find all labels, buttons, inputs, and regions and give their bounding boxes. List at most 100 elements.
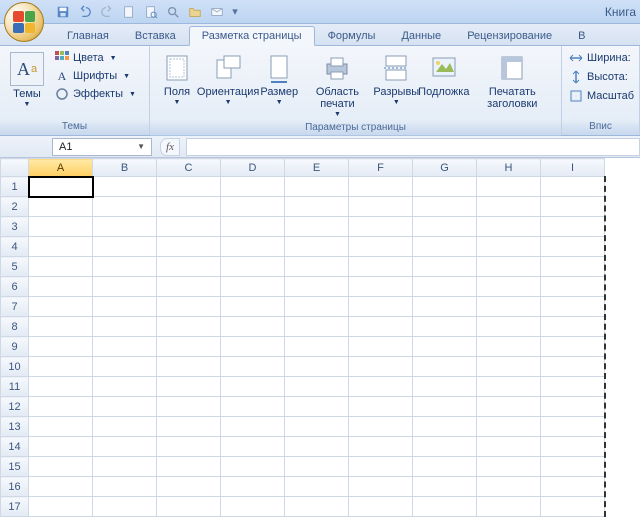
tab-insert[interactable]: Вставка xyxy=(122,26,189,45)
themes-button[interactable]: Aa Темы ▼ xyxy=(6,50,48,110)
tab-view-cut[interactable]: В xyxy=(565,26,598,45)
cell[interactable] xyxy=(349,237,413,257)
cell[interactable] xyxy=(477,437,541,457)
cell[interactable] xyxy=(477,297,541,317)
cell[interactable] xyxy=(541,297,605,317)
cell[interactable] xyxy=(29,457,93,477)
zoom-icon[interactable] xyxy=(164,3,182,21)
cell[interactable] xyxy=(221,377,285,397)
cell[interactable] xyxy=(157,437,221,457)
cell[interactable] xyxy=(157,397,221,417)
cell[interactable] xyxy=(477,217,541,237)
cell[interactable] xyxy=(477,497,541,517)
cell[interactable] xyxy=(285,457,349,477)
cell[interactable] xyxy=(93,257,157,277)
cell[interactable] xyxy=(157,177,221,197)
cell[interactable] xyxy=(157,417,221,437)
mail-icon[interactable] xyxy=(208,3,226,21)
cell[interactable] xyxy=(221,497,285,517)
cell[interactable] xyxy=(29,177,93,197)
cell[interactable] xyxy=(349,397,413,417)
cell[interactable] xyxy=(349,297,413,317)
cell[interactable] xyxy=(285,257,349,277)
cell[interactable] xyxy=(413,457,477,477)
cell[interactable] xyxy=(413,337,477,357)
cell[interactable] xyxy=(349,337,413,357)
cell[interactable] xyxy=(349,497,413,517)
row-header[interactable]: 2 xyxy=(1,197,29,217)
cell[interactable] xyxy=(93,217,157,237)
cell[interactable] xyxy=(29,257,93,277)
cell[interactable] xyxy=(477,477,541,497)
cell[interactable] xyxy=(29,217,93,237)
tab-data[interactable]: Данные xyxy=(388,26,454,45)
cell[interactable] xyxy=(285,357,349,377)
cell[interactable] xyxy=(413,197,477,217)
print-preview-icon[interactable] xyxy=(142,3,160,21)
tab-formulas[interactable]: Формулы xyxy=(315,26,389,45)
cell[interactable] xyxy=(413,417,477,437)
breaks-button[interactable]: Разрывы ▼ xyxy=(375,50,418,108)
cell[interactable] xyxy=(157,317,221,337)
new-icon[interactable] xyxy=(120,3,138,21)
cell[interactable] xyxy=(413,257,477,277)
column-header[interactable]: E xyxy=(285,159,349,177)
fx-icon[interactable]: fx xyxy=(160,138,180,156)
cell[interactable] xyxy=(413,277,477,297)
cell[interactable] xyxy=(541,477,605,497)
cell[interactable] xyxy=(477,257,541,277)
scale-row[interactable]: Масштаб xyxy=(566,88,637,104)
cell[interactable] xyxy=(93,197,157,217)
tab-page-layout[interactable]: Разметка страницы xyxy=(189,26,315,46)
cell[interactable] xyxy=(413,497,477,517)
cell[interactable] xyxy=(541,337,605,357)
cell[interactable] xyxy=(221,237,285,257)
cell[interactable] xyxy=(157,237,221,257)
cell[interactable] xyxy=(221,197,285,217)
cell[interactable] xyxy=(157,257,221,277)
cell[interactable] xyxy=(285,377,349,397)
cell[interactable] xyxy=(477,377,541,397)
column-header[interactable]: A xyxy=(29,159,93,177)
cell[interactable] xyxy=(541,237,605,257)
cell[interactable] xyxy=(221,437,285,457)
cell[interactable] xyxy=(349,257,413,277)
cell[interactable] xyxy=(541,417,605,437)
office-button[interactable] xyxy=(4,2,44,42)
cell[interactable] xyxy=(157,297,221,317)
cell[interactable] xyxy=(29,397,93,417)
cell[interactable] xyxy=(477,177,541,197)
effects-button[interactable]: Эффекты▼ xyxy=(52,86,139,102)
cell[interactable] xyxy=(285,497,349,517)
cell[interactable] xyxy=(93,377,157,397)
cell[interactable] xyxy=(477,417,541,437)
cell[interactable] xyxy=(93,437,157,457)
row-header[interactable]: 1 xyxy=(1,177,29,197)
column-header[interactable]: C xyxy=(157,159,221,177)
cell[interactable] xyxy=(29,437,93,457)
cell[interactable] xyxy=(541,277,605,297)
cell[interactable] xyxy=(157,457,221,477)
row-header[interactable]: 4 xyxy=(1,237,29,257)
row-header[interactable]: 6 xyxy=(1,277,29,297)
cell[interactable] xyxy=(413,437,477,457)
cell[interactable] xyxy=(221,297,285,317)
cell[interactable] xyxy=(413,377,477,397)
cell[interactable] xyxy=(221,357,285,377)
row-header[interactable]: 3 xyxy=(1,217,29,237)
cell[interactable] xyxy=(477,357,541,377)
cell[interactable] xyxy=(285,437,349,457)
cell[interactable] xyxy=(221,417,285,437)
cell[interactable] xyxy=(413,357,477,377)
cell[interactable] xyxy=(221,337,285,357)
qat-customize-icon[interactable]: ▾ xyxy=(230,3,240,21)
cell[interactable] xyxy=(541,377,605,397)
cell[interactable] xyxy=(477,457,541,477)
cell[interactable] xyxy=(29,357,93,377)
cell[interactable] xyxy=(285,417,349,437)
cell[interactable] xyxy=(541,357,605,377)
cell[interactable] xyxy=(221,477,285,497)
open-icon[interactable] xyxy=(186,3,204,21)
cell[interactable] xyxy=(349,477,413,497)
background-button[interactable]: Подложка xyxy=(420,50,468,100)
